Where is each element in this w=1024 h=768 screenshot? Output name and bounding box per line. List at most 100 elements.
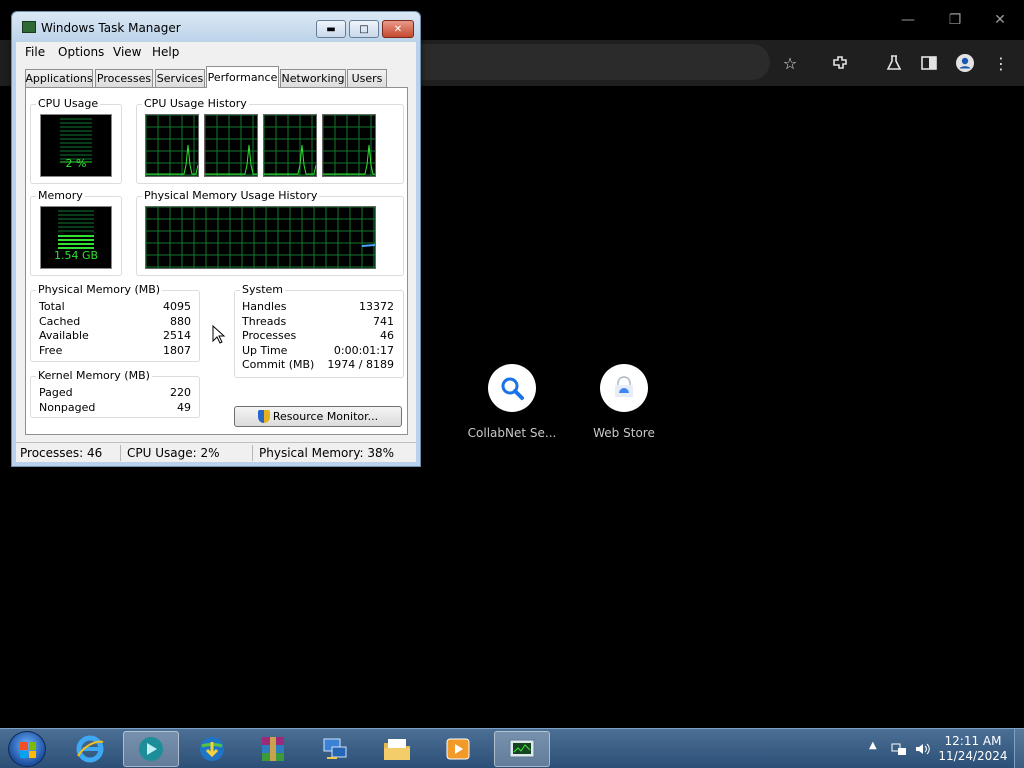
tab-performance[interactable]: Performance (206, 66, 279, 88)
status-bar: Processes: 46 CPU Usage: 2% Physical Mem… (16, 442, 416, 462)
resource-monitor-button[interactable]: Resource Monitor... (234, 406, 402, 427)
network-status-icon[interactable] (890, 740, 908, 761)
chrome-menu-icon[interactable]: ⋮ (990, 52, 1012, 74)
maximize-button[interactable]: □ (349, 20, 379, 38)
tab-processes[interactable]: Processes (95, 69, 153, 87)
taskbar-network-app[interactable] (307, 731, 363, 767)
physical-memory-group: Physical Memory (MB) Total 4095 Cached 880… (30, 283, 200, 362)
taskbar-internet-explorer[interactable] (62, 731, 118, 767)
menu-help[interactable]: Help (152, 45, 179, 59)
minimize-icon[interactable]: — (898, 10, 918, 30)
taskbar-download-manager[interactable] (184, 731, 240, 767)
cpu-history-graph-core-2 (204, 114, 258, 177)
menu-bar: File Options View Help (16, 42, 416, 62)
show-desktop-button[interactable] (1014, 729, 1024, 768)
uac-shield-icon (257, 410, 270, 423)
taskbar-winrar[interactable] (245, 731, 301, 767)
row-key: Paged (39, 386, 73, 399)
row-value: 49 (177, 401, 191, 414)
status-cpu-usage: CPU Usage: 2% (127, 446, 220, 460)
taskbar-file-explorer[interactable] (369, 731, 425, 767)
row-value: 46 (380, 329, 394, 342)
physical-memory-total-row: Total 4095 (39, 300, 191, 314)
client-area: Applications Processes Services Performa… (16, 62, 416, 462)
media-player-icon (446, 738, 470, 760)
kernel-memory-label: Kernel Memory (MB) (36, 369, 152, 382)
system-handles-row: Handles 13372 (242, 300, 394, 314)
web-store-icon (600, 364, 648, 412)
system-group: System Handles 13372 Threads 741 Processes… (234, 283, 404, 378)
physical-memory-label: Physical Memory (MB) (36, 283, 163, 296)
volume-icon[interactable] (913, 740, 931, 761)
row-key: Available (39, 329, 89, 342)
minimize-button[interactable]: ▬ (316, 20, 346, 38)
physical-memory-available-row: Available 2514 (39, 329, 191, 343)
status-separator (252, 445, 253, 461)
title-bar[interactable]: Windows Task Manager ▬ □ ✕ (12, 12, 420, 42)
shortcut-collabnet[interactable]: CollabNet Se... (457, 364, 567, 440)
cpu-usage-group: CPU Usage 2 % (30, 97, 122, 184)
taskbar: ▲ 12:11 AM 11/24/2024 (0, 728, 1024, 768)
memory-history-graph (145, 206, 376, 269)
shortcut-web-store[interactable]: Web Store (569, 364, 679, 440)
close-button[interactable]: ✕ (382, 20, 414, 38)
cpu-usage-meter: 2 % (40, 114, 112, 177)
status-processes: Processes: 46 (20, 446, 103, 460)
row-value: 741 (373, 315, 394, 328)
restore-icon[interactable]: ❐ (945, 10, 965, 30)
performance-panel: CPU Usage 2 % CPU Usage History Memory 1… (25, 87, 408, 435)
kernel-nonpaged-row: Nonpaged 49 (39, 401, 191, 415)
task-manager-icon (22, 21, 36, 33)
row-key: Processes (242, 329, 297, 342)
cpu-history-graph-core-4 (322, 114, 376, 177)
taskbar-media-app[interactable] (123, 731, 179, 767)
row-key: Handles (242, 300, 287, 313)
row-value: 880 (170, 315, 191, 328)
mouse-cursor-icon (212, 325, 226, 344)
memory-meter: 1.54 GB (40, 206, 112, 269)
status-physical-memory: Physical Memory: 38% (259, 446, 395, 460)
menu-view[interactable]: View (113, 45, 141, 59)
tab-networking[interactable]: Networking (280, 69, 346, 87)
taskbar-media-player[interactable] (430, 731, 486, 767)
taskbar-task-manager[interactable] (494, 731, 550, 767)
row-value: 4095 (163, 300, 191, 313)
cpu-history-graph-core-1 (145, 114, 199, 177)
tab-services[interactable]: Services (155, 69, 205, 87)
row-key: Up Time (242, 344, 288, 357)
physical-memory-free-row: Free 1807 (39, 344, 191, 358)
cpu-usage-label: CPU Usage (36, 97, 101, 110)
cpu-history-label: CPU Usage History (142, 97, 249, 110)
menu-options[interactable]: Options (58, 45, 104, 59)
download-manager-icon (200, 737, 224, 761)
row-key: Free (39, 344, 63, 357)
menu-file[interactable]: File (25, 45, 45, 59)
system-label: System (240, 283, 286, 296)
row-value: 2514 (163, 329, 191, 342)
system-commit-row: Commit (MB) 1974 / 8189 (242, 358, 394, 372)
profile-avatar-icon[interactable] (954, 52, 976, 74)
labs-flask-icon[interactable] (883, 52, 905, 74)
task-manager-window: Windows Task Manager ▬ □ ✕ File Options … (11, 11, 421, 467)
side-panel-icon[interactable] (918, 52, 940, 74)
system-uptime-row: Up Time 0:00:01:17 (242, 344, 394, 358)
extensions-icon[interactable] (829, 52, 851, 74)
system-clock[interactable]: 12:11 AM 11/24/2024 (935, 734, 1011, 764)
file-explorer-icon (384, 739, 410, 760)
network-app-icon (323, 738, 347, 759)
start-button[interactable] (8, 731, 46, 767)
row-key: Total (39, 300, 65, 313)
cpu-history-group: CPU Usage History (136, 97, 404, 184)
address-bar[interactable] (420, 44, 770, 80)
bookmark-star-icon[interactable]: ☆ (779, 52, 801, 74)
tab-users[interactable]: Users (347, 69, 387, 87)
search-icon (488, 364, 536, 412)
tab-applications[interactable]: Applications (25, 69, 93, 87)
row-key: Cached (39, 315, 81, 328)
clock-date: 11/24/2024 (938, 749, 1008, 763)
tray-overflow-icon[interactable]: ▲ (869, 740, 877, 751)
row-value: 220 (170, 386, 191, 399)
close-icon[interactable]: ✕ (990, 10, 1010, 30)
window-title: Windows Task Manager (41, 21, 181, 35)
system-threads-row: Threads 741 (242, 315, 394, 329)
